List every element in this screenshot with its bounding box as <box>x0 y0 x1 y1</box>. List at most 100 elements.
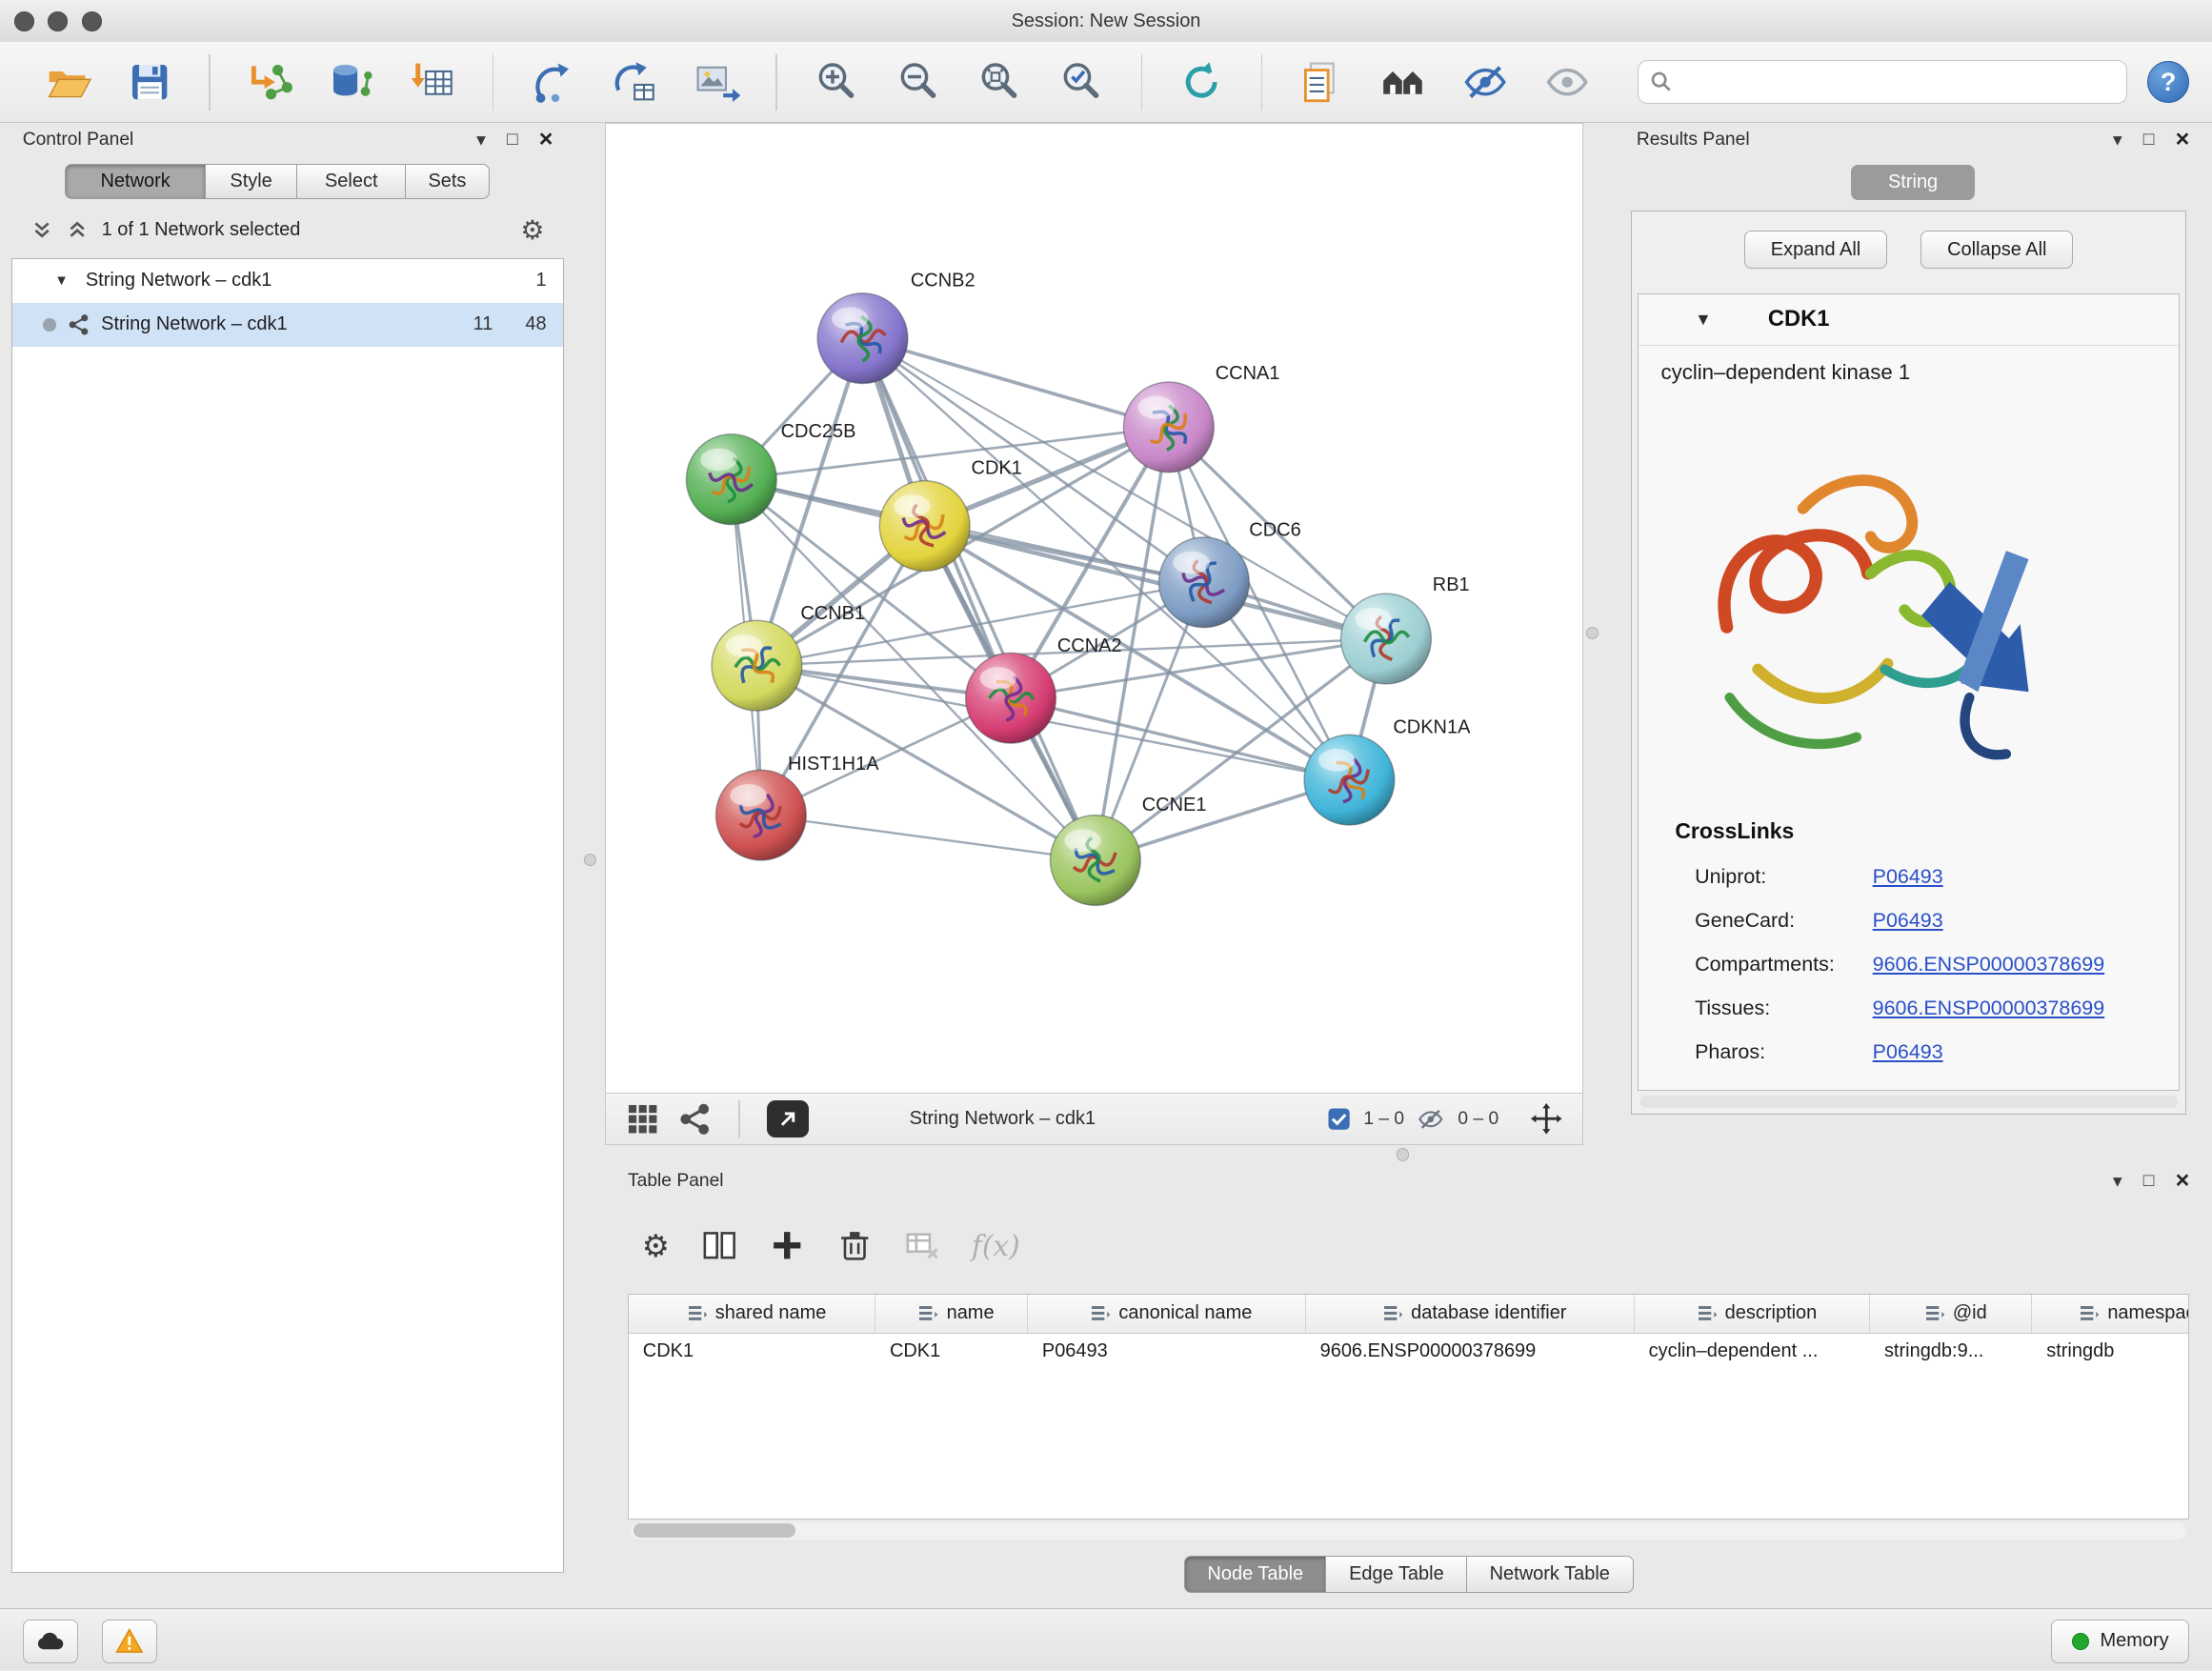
import-network-from-file-button[interactable] <box>238 51 300 113</box>
clone-network-button[interactable] <box>1291 51 1353 113</box>
table-horizontal-scrollbar[interactable] <box>631 1522 2186 1540</box>
expand-all-chevrons-icon[interactable] <box>31 219 52 240</box>
network-node-CDK1[interactable]: CDK1 <box>880 457 1023 571</box>
column-header[interactable]: @id <box>1870 1295 2032 1333</box>
import-network-from-database-button[interactable] <box>320 51 382 113</box>
network-edge[interactable] <box>863 338 1096 860</box>
search-box[interactable] <box>1638 60 2127 104</box>
left-splitter-handle[interactable] <box>584 854 596 866</box>
network-row-selected[interactable]: String Network – cdk1 11 48 <box>12 303 564 347</box>
column-header[interactable]: name <box>875 1295 1028 1333</box>
tree-expand-icon[interactable]: ▼ <box>54 273 74 289</box>
table-panel-title: Table Panel <box>628 1171 724 1192</box>
hidden-eye-slash-icon[interactable] <box>1417 1105 1445 1134</box>
open-session-button[interactable] <box>37 51 99 113</box>
network-node-RB1[interactable]: RB1 <box>1341 574 1470 684</box>
crosslink-link[interactable]: P06493 <box>1873 1040 1943 1064</box>
new-network-from-selection-button[interactable] <box>522 51 584 113</box>
gear-icon[interactable]: ⚙ <box>520 214 544 246</box>
column-sort-icon <box>2081 1306 2099 1321</box>
cloud-status-button[interactable] <box>23 1620 78 1663</box>
panel-float-icon[interactable]: □ <box>2143 1171 2155 1192</box>
crosslink-link[interactable]: P06493 <box>1873 865 1943 889</box>
apply-preferred-layout-button[interactable] <box>1171 51 1233 113</box>
tab-network[interactable]: Network <box>65 164 206 199</box>
birdseye-grid-icon[interactable] <box>626 1102 660 1137</box>
control-panel: Control Panel ▾ □ × Network Style Select… <box>11 123 565 1581</box>
function-builder-icon[interactable]: f(x) <box>972 1230 1020 1262</box>
crosslink-label: Tissues: <box>1695 997 1873 1020</box>
table-settings-gear-icon[interactable]: ⚙ <box>642 1228 670 1264</box>
column-header[interactable]: canonical name <box>1028 1295 1306 1333</box>
network-node-CCNA1[interactable]: CCNA1 <box>1124 363 1280 473</box>
gene-name: CDK1 <box>1768 307 1830 332</box>
tab-style[interactable]: Style <box>205 164 298 199</box>
collapse-all-chevrons-icon[interactable] <box>67 219 88 240</box>
tab-select[interactable]: Select <box>296 164 407 199</box>
tab-network-table[interactable]: Network Table <box>1466 1556 1634 1593</box>
network-node-CDKN1A[interactable]: CDKN1A <box>1304 717 1471 825</box>
panel-close-icon[interactable]: × <box>2176 1167 2190 1195</box>
panel-float-icon[interactable]: □ <box>507 130 518 151</box>
selected-checkbox-icon[interactable] <box>1327 1107 1351 1131</box>
save-session-button[interactable] <box>118 51 180 113</box>
gene-header[interactable]: ▼ CDK1 <box>1639 294 2180 346</box>
show-columns-icon[interactable] <box>701 1227 738 1264</box>
network-node-HIST1H1A[interactable]: HIST1H1A <box>716 754 880 860</box>
column-header[interactable]: database identifier <box>1306 1295 1635 1333</box>
show-hidden-button[interactable] <box>1536 51 1598 113</box>
panel-float-icon[interactable]: □ <box>2143 130 2155 151</box>
scrollbar-thumb[interactable] <box>633 1523 795 1538</box>
warnings-button[interactable] <box>102 1620 157 1663</box>
delete-column-trash-icon[interactable] <box>836 1227 874 1264</box>
zoom-out-button[interactable] <box>887 51 949 113</box>
network-canvas[interactable]: CCNB2CCNA1CDC25BCDK1CDC6RB1CCNB1CCNA2CDK… <box>605 123 1582 1094</box>
panel-collapse-icon[interactable]: ▾ <box>2113 1170 2122 1193</box>
network-edge[interactable] <box>761 815 1096 859</box>
crosslink-row: Pharos: P06493 <box>1695 1031 2165 1075</box>
crosslink-link[interactable]: 9606.ENSP00000378699 <box>1873 953 2105 976</box>
pan-crosshair-icon[interactable] <box>1531 1103 1562 1135</box>
hide-selected-button[interactable] <box>1454 51 1516 113</box>
open-in-new-window-button[interactable] <box>767 1100 809 1137</box>
delete-table-icon[interactable] <box>904 1227 941 1264</box>
crosslink-link[interactable]: P06493 <box>1873 909 1943 933</box>
column-header[interactable]: shared name <box>629 1295 875 1333</box>
add-column-icon[interactable] <box>769 1227 806 1264</box>
network-node-CCNB2[interactable]: CCNB2 <box>817 270 975 383</box>
right-splitter-handle[interactable] <box>1586 627 1599 639</box>
collapse-all-button[interactable]: Collapse All <box>1920 231 2073 269</box>
bottom-splitter-handle[interactable] <box>1397 1148 1409 1160</box>
import-table-from-file-button[interactable] <box>402 51 464 113</box>
panel-close-icon[interactable]: × <box>539 126 553 153</box>
panel-collapse-icon[interactable]: ▾ <box>476 129 486 151</box>
network-collection-row[interactable]: ▼ String Network – cdk1 1 <box>12 259 564 303</box>
column-header[interactable]: namespace <box>2032 1295 2189 1333</box>
export-image-button[interactable] <box>686 51 748 113</box>
zoom-fit-button[interactable] <box>969 51 1031 113</box>
memory-button[interactable]: Memory <box>2051 1620 2189 1663</box>
zoom-in-button[interactable] <box>805 51 867 113</box>
panel-collapse-icon[interactable]: ▾ <box>2113 129 2122 151</box>
search-input[interactable] <box>1680 70 2115 94</box>
zoom-selected-button[interactable] <box>1051 51 1113 113</box>
results-scrollbar[interactable] <box>1640 1096 2178 1108</box>
network-node-CCNB1[interactable]: CCNB1 <box>712 603 865 711</box>
column-sort-icon <box>1092 1306 1110 1321</box>
crosslink-link[interactable]: 9606.ENSP00000378699 <box>1873 997 2105 1020</box>
tab-edge-table[interactable]: Edge Table <box>1325 1556 1467 1593</box>
help-button[interactable]: ? <box>2147 61 2189 103</box>
column-header[interactable]: description <box>1635 1295 1870 1333</box>
tab-sets[interactable]: Sets <box>405 164 490 199</box>
tab-node-table[interactable]: Node Table <box>1184 1556 1327 1593</box>
tab-string[interactable]: String <box>1851 165 1975 200</box>
network-edge[interactable] <box>863 338 1169 427</box>
new-network-with-table-button[interactable] <box>604 51 666 113</box>
show-all-networks-button[interactable] <box>1372 51 1434 113</box>
panel-close-icon[interactable]: × <box>2176 126 2190 153</box>
expand-all-button[interactable]: Expand All <box>1744 231 1887 269</box>
string-share-icon[interactable] <box>678 1102 713 1137</box>
gene-expand-icon[interactable]: ▼ <box>1695 310 1712 330</box>
string-network-icon <box>68 313 90 336</box>
table-row[interactable]: CDK1 CDK1 P06493 9606.ENSP00000378699 cy… <box>629 1334 2188 1372</box>
